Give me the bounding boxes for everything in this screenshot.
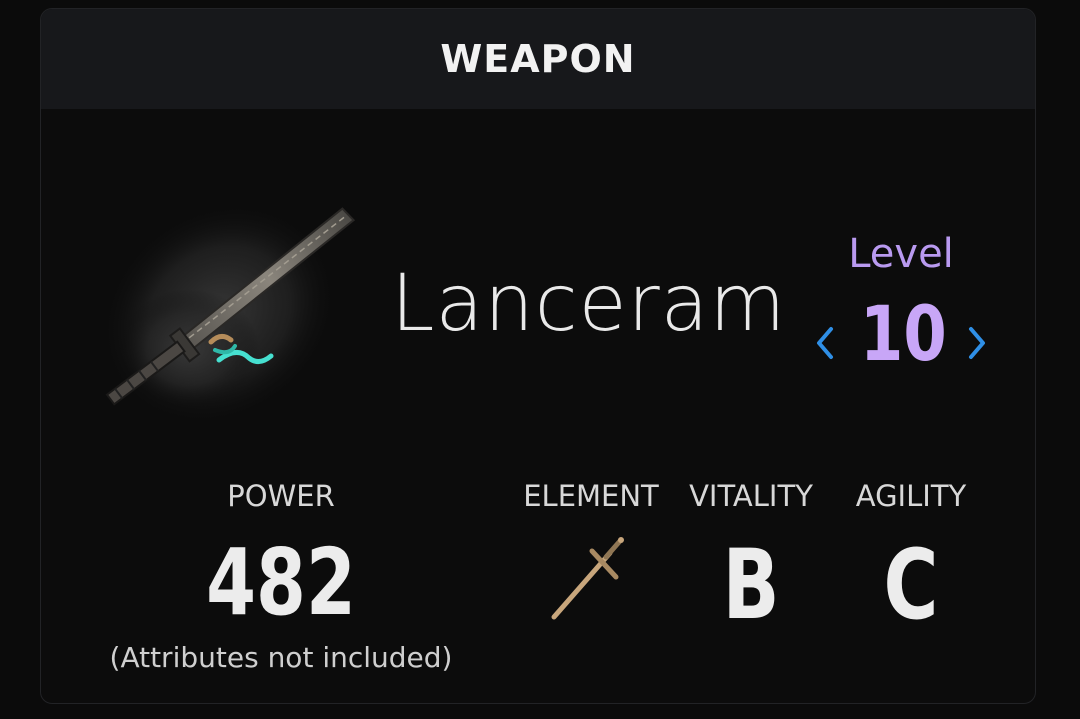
power-value: 482 bbox=[206, 529, 356, 636]
card-header: WEAPON bbox=[41, 9, 1035, 109]
vitality-value: B bbox=[722, 529, 780, 641]
chevron-left-icon[interactable] bbox=[811, 323, 839, 363]
power-label: POWER bbox=[227, 479, 335, 513]
level-selector: Level 10 bbox=[811, 227, 991, 387]
power-note: (Attributes not included) bbox=[109, 641, 453, 674]
chevron-right-icon[interactable] bbox=[963, 323, 991, 363]
element-label: ELEMENT bbox=[523, 479, 659, 513]
level-label: Level bbox=[848, 231, 954, 277]
weapon-card: WEAPON Lanceram Level 10 POWER 482 (Attr… bbox=[40, 8, 1036, 704]
weapon-name: Lanceram bbox=[391, 259, 787, 349]
agility-label: AGILITY bbox=[855, 479, 967, 513]
sword-element-icon bbox=[546, 537, 626, 621]
card-title: WEAPON bbox=[440, 37, 636, 81]
agility-value: C bbox=[883, 529, 939, 641]
level-value: 10 bbox=[860, 289, 947, 378]
greatsword-icon bbox=[79, 174, 379, 444]
vitality-label: VITALITY bbox=[689, 479, 813, 513]
